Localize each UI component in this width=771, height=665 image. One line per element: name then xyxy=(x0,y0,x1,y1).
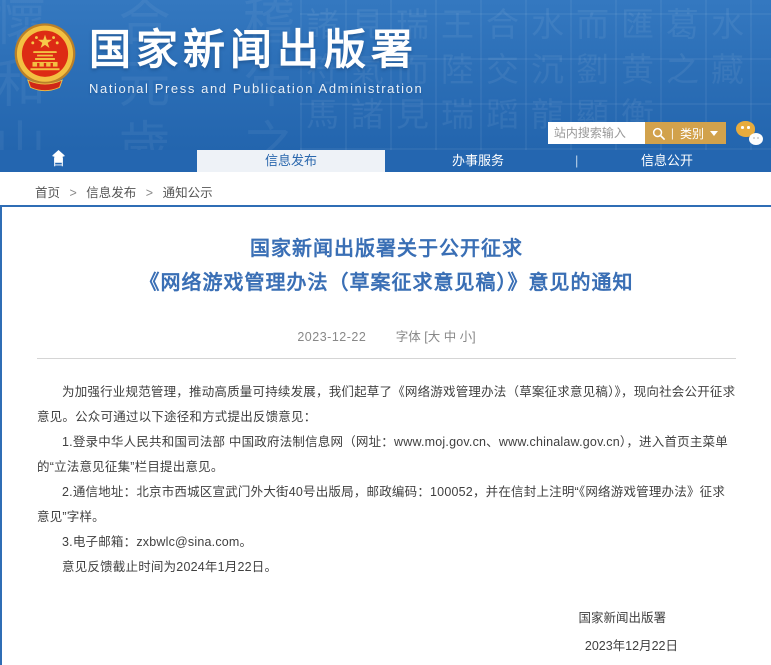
breadcrumb-notices[interactable]: 通知公示 xyxy=(163,186,213,200)
breadcrumb-separator: > xyxy=(70,186,77,200)
article-content: 国家新闻出版署关于公开征求 《网络游戏管理办法（草案征求意见稿）》意见的通知 2… xyxy=(0,207,771,665)
article-body: 为加强行业规范管理，推动高质量可持续发展，我们起草了《网络游戏管理办法（草案征求… xyxy=(37,380,736,580)
national-emblem-icon xyxy=(12,22,78,96)
paragraph: 3.电子邮箱：zxbwlc@sina.com。 xyxy=(37,530,736,555)
search-divider: | xyxy=(671,126,674,140)
divider xyxy=(37,358,736,359)
paragraph: 2.通信地址：北京市西城区宣武门外大街40号出版局，邮政编码：100052，并在… xyxy=(37,480,736,530)
search-controls: | 类别 xyxy=(645,122,726,144)
page: 懷 合 稽 和 元 年 山 歲 之 早 至 諸見瑞王合水而匯葛水符氣而陸交沉劉黄… xyxy=(0,0,771,665)
breadcrumb-info-release[interactable]: 信息发布 xyxy=(86,186,136,200)
paragraph: 意见反馈截止时间为2024年1月22日。 xyxy=(37,555,736,580)
nav-item-info-release[interactable]: 信息发布 xyxy=(197,150,385,172)
nav-item-home[interactable]: 首页 xyxy=(52,150,65,162)
search-icon[interactable] xyxy=(652,127,665,140)
publish-date: 2023-12-22 xyxy=(297,330,366,344)
nav-item-info-disclosure[interactable]: 信息公开 xyxy=(621,150,713,172)
site-title: 国家新闻出版署 xyxy=(89,26,423,74)
paragraph: 为加强行业规范管理，推动高质量可持续发展，我们起草了《网络游戏管理办法（草案征求… xyxy=(37,380,736,430)
main-nav: 首页 信息发布 办事服务 | 信息公开 xyxy=(0,150,771,172)
search-category-dropdown[interactable]: 类别 xyxy=(680,125,704,142)
article-title-line2: 《网络游戏管理办法（草案征求意见稿）》意见的通知 xyxy=(140,272,634,294)
site-search: | 类别 xyxy=(548,122,726,144)
wechat-icon[interactable] xyxy=(736,121,763,145)
font-size-control[interactable]: 字体 [大 中 小] xyxy=(396,330,476,344)
home-logo-link[interactable]: 国家新闻出版署 National Press and Publication A… xyxy=(12,22,423,96)
site-subtitle: National Press and Publication Administr… xyxy=(89,81,423,96)
article-title: 国家新闻出版署关于公开征求 《网络游戏管理办法（草案征求意见稿）》意见的通知 xyxy=(37,207,736,300)
signature-block: 国家新闻出版署 2023年12月22日 xyxy=(37,606,736,659)
nav-separator: | xyxy=(575,150,578,172)
nav-item-label: 首页 xyxy=(52,150,65,194)
breadcrumb-separator: > xyxy=(146,186,153,200)
site-titles: 国家新闻出版署 National Press and Publication A… xyxy=(89,26,423,96)
breadcrumb: 首页 > 信息发布 > 通知公示 xyxy=(0,172,771,207)
article-title-line1: 国家新闻出版署关于公开征求 xyxy=(250,238,523,260)
header-tools: | 类别 xyxy=(548,121,763,145)
site-header: 懷 合 稽 和 元 年 山 歲 之 早 至 諸見瑞王合水而匯葛水符氣而陸交沉劉黄… xyxy=(0,0,771,150)
chevron-down-icon[interactable] xyxy=(710,131,718,136)
signature-agency: 国家新闻出版署 xyxy=(37,606,736,631)
article-meta: 2023-12-22 字体 [大 中 小] xyxy=(37,326,736,345)
signature-date: 2023年12月22日 xyxy=(37,634,736,659)
paragraph: 1.登录中华人民共和国司法部 中国政府法制信息网（网址：www.moj.gov.… xyxy=(37,430,736,480)
nav-item-services[interactable]: 办事服务 xyxy=(430,150,526,172)
search-input[interactable] xyxy=(548,122,645,144)
